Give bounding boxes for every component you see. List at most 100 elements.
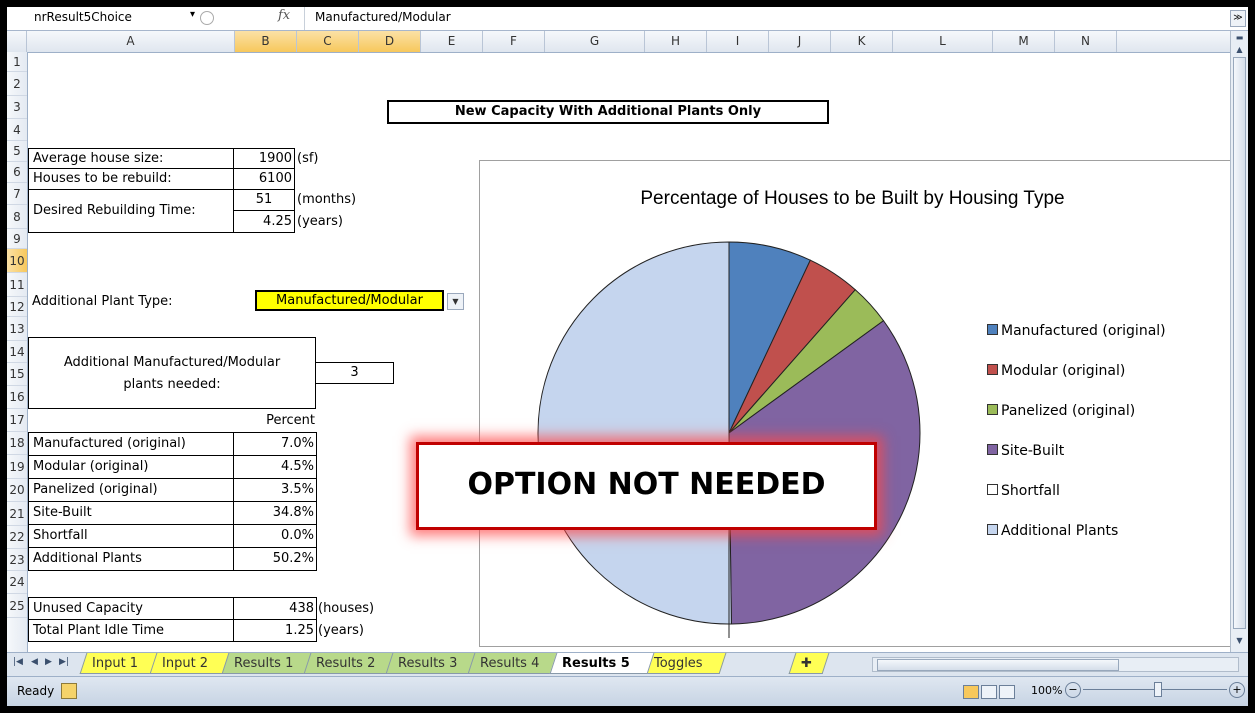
houses-value[interactable]: 6100 [233,168,295,190]
legend-label: Modular (original) [1001,363,1126,379]
row-header-1[interactable]: 1 [7,52,27,72]
row-header-7[interactable]: 7 [7,183,27,205]
sheet-tab-label: Input 2 [162,656,209,671]
row-header-13[interactable]: 13 [7,317,27,341]
column-header-n[interactable]: N [1055,31,1117,52]
column-header-b[interactable]: B [235,31,297,52]
row-header-2[interactable]: 2 [7,72,27,96]
chevron-down-icon[interactable]: ▾ [190,9,195,20]
last-sheet-icon[interactable]: ▶| [59,657,69,667]
column-header-c[interactable]: C [297,31,359,52]
sheet-tab[interactable]: Results 1 [221,653,317,674]
zoom-level[interactable]: 100% [1031,684,1062,697]
row-header-16[interactable]: 16 [7,386,27,409]
row-header-15[interactable]: 15 [7,363,27,386]
horizontal-scrollbar[interactable] [872,657,1239,672]
row-header-8[interactable]: 8 [7,205,27,229]
row-header-6[interactable]: 6 [7,162,27,183]
status-text: Ready [17,684,55,698]
sheet-tab[interactable]: Results 2 [303,653,399,674]
sheet-tab[interactable]: Toggles [641,653,727,674]
insert-sheet-tab[interactable]: ✚ [788,653,830,674]
row-header-19[interactable]: 19 [7,455,27,479]
column-header-f[interactable]: F [483,31,545,52]
vertical-scrollbar[interactable]: ▬ ▲ ▼ [1230,31,1248,652]
row-header-20[interactable]: 20 [7,479,27,502]
row-header-4[interactable]: 4 [7,119,27,141]
row-header-17[interactable]: 17 [7,409,27,432]
zoom-out-icon[interactable]: − [1065,682,1081,698]
column-header-k[interactable]: K [831,31,893,52]
plant-type-select[interactable]: Manufactured/Modular [255,290,444,311]
row-header-bar: 1 2 3 4 5 6 7 8 9 10 11 12 13 14 15 16 17 18 19 20 21 22 23 24 2… [7,52,28,652]
next-sheet-icon[interactable]: ▶ [45,657,52,667]
row-header-25[interactable]: 25 [7,594,27,618]
divider [304,7,305,30]
row-header-21[interactable]: 21 [7,502,27,526]
zoom-in-icon[interactable]: + [1229,682,1245,698]
vertical-scroll-thumb[interactable] [1233,57,1246,629]
insert-sheet-icon: ✚ [801,656,812,671]
row-header-18[interactable]: 18 [7,432,27,455]
row-header-22[interactable]: 22 [7,526,27,549]
row-header-9[interactable]: 9 [7,229,27,249]
name-box[interactable]: nrResult5Choice [34,10,189,26]
sheet-tab[interactable]: Results 4 [467,653,563,674]
breakdown-value: 3.5% [233,478,317,502]
percent-header: Percent [266,413,315,428]
scroll-down-icon[interactable]: ▼ [1233,636,1246,646]
column-header-bar: ABCDEFGHIJKLMN [7,31,1230,53]
column-header-l[interactable]: L [893,31,993,52]
horizontal-scroll-thumb[interactable] [877,659,1119,671]
row-header-3[interactable]: 3 [7,96,27,119]
column-header-a[interactable]: A [27,31,235,52]
legend-item: Panelized (original) [987,403,1135,419]
view-buttons [963,684,1017,703]
row-header-14[interactable]: 14 [7,341,27,363]
row-header-11[interactable]: 11 [7,273,27,297]
scroll-up-icon[interactable]: ▲ [1233,45,1246,55]
column-header-h[interactable]: H [645,31,707,52]
pie-slice-additional-plants[interactable] [537,241,732,625]
select-all-corner[interactable] [7,31,27,52]
plants-needed-label-line2: plants needed: [123,377,221,392]
avg-house-value[interactable]: 1900 [233,148,295,169]
dropdown-arrow-icon[interactable]: ▼ [447,293,464,310]
column-header-m[interactable]: M [993,31,1055,52]
formula-input[interactable]: Manufactured/Modular [315,10,451,24]
breakdown-label: Manufactured (original) [28,432,234,456]
sheet-tab[interactable]: Results 5 [549,653,655,674]
column-header-e[interactable]: E [421,31,483,52]
zoom-slider-thumb[interactable] [1154,682,1162,697]
sheet-tab-label: Results 1 [234,656,294,671]
column-header-d[interactable]: D [359,31,421,52]
column-header-i[interactable]: I [707,31,769,52]
macro-record-icon[interactable] [61,683,77,699]
page-break-preview-icon[interactable] [999,685,1015,699]
section-title: New Capacity With Additional Plants Only [387,100,829,124]
split-handle-icon[interactable]: ▬ [1233,33,1246,43]
function-icon[interactable]: fx [278,8,290,23]
row-header-10[interactable]: 10 [7,249,27,273]
page-layout-icon[interactable] [981,685,997,699]
normal-view-icon[interactable] [963,685,979,699]
avg-house-label: Average house size: [28,148,234,169]
expand-icon[interactable]: ≫ [1230,10,1246,27]
legend-item: Shortfall [987,483,1060,499]
first-sheet-icon[interactable]: |◀ [13,657,23,667]
formula-bar: nrResult5Choice ▾ fx Manufactured/Modula… [7,7,1248,31]
row-header-23[interactable]: 23 [7,549,27,571]
column-header-g[interactable]: G [545,31,645,52]
legend-label: Site-Built [1001,443,1065,459]
row-header-5[interactable]: 5 [7,141,27,162]
pie-chart[interactable]: Percentage of Houses to be Built by Hous… [479,160,1240,647]
prev-sheet-icon[interactable]: ◀ [31,657,38,667]
sheet-tab[interactable]: Results 3 [385,653,481,674]
worksheet[interactable]: New Capacity With Additional Plants Only… [28,52,1240,652]
row-header-24[interactable]: 24 [7,571,27,594]
row-header-12[interactable]: 12 [7,297,27,317]
legend-swatch [987,324,998,335]
time-months[interactable]: 51 [233,189,295,211]
time-years: 4.25 [233,210,295,233]
column-header-j[interactable]: J [769,31,831,52]
